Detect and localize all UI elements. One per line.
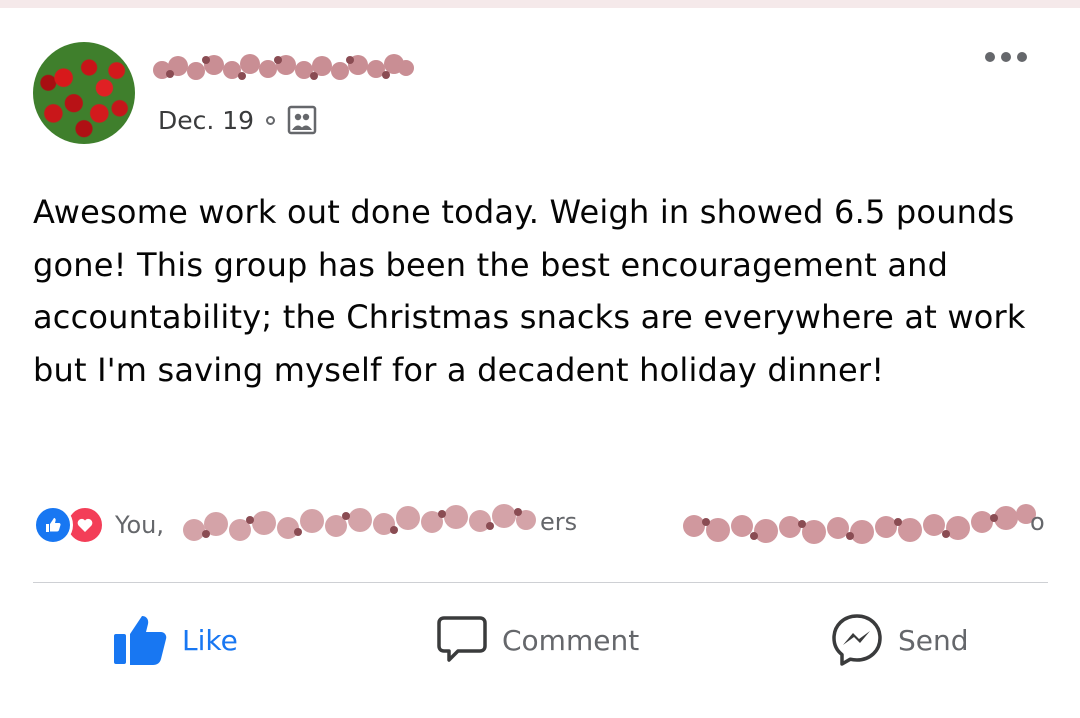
messenger-icon xyxy=(832,614,882,666)
reactions-prefix: You, xyxy=(115,511,164,539)
like-button[interactable]: Like xyxy=(112,612,238,668)
divider xyxy=(33,582,1048,583)
reactions-suffix: ers xyxy=(540,508,578,536)
comment-icon xyxy=(437,616,487,662)
counts-suffix: o xyxy=(1030,508,1045,536)
avatar[interactable] xyxy=(33,42,135,144)
counts-redaction xyxy=(683,504,1036,544)
group-icon xyxy=(287,105,317,135)
comment-button[interactable]: Comment xyxy=(436,612,639,668)
thumbs-up-icon xyxy=(114,616,167,665)
post-text: Awesome work out done today. Weigh in sh… xyxy=(33,193,1026,389)
author-name-redaction xyxy=(153,54,414,80)
separator-dot xyxy=(266,115,276,125)
top-bar xyxy=(0,0,1080,8)
more-options-icon[interactable] xyxy=(985,52,1027,62)
comment-label: Comment xyxy=(502,623,640,657)
send-button[interactable]: Send xyxy=(830,612,969,668)
post-date[interactable]: Dec. 19 xyxy=(158,106,254,135)
like-reaction-icon xyxy=(33,505,73,545)
like-label: Like xyxy=(182,623,238,657)
send-label: Send xyxy=(898,623,969,657)
reactions-summary[interactable]: You, xyxy=(33,503,164,547)
post-meta: Dec. 19 xyxy=(158,100,317,140)
reactors-redaction xyxy=(183,504,536,541)
